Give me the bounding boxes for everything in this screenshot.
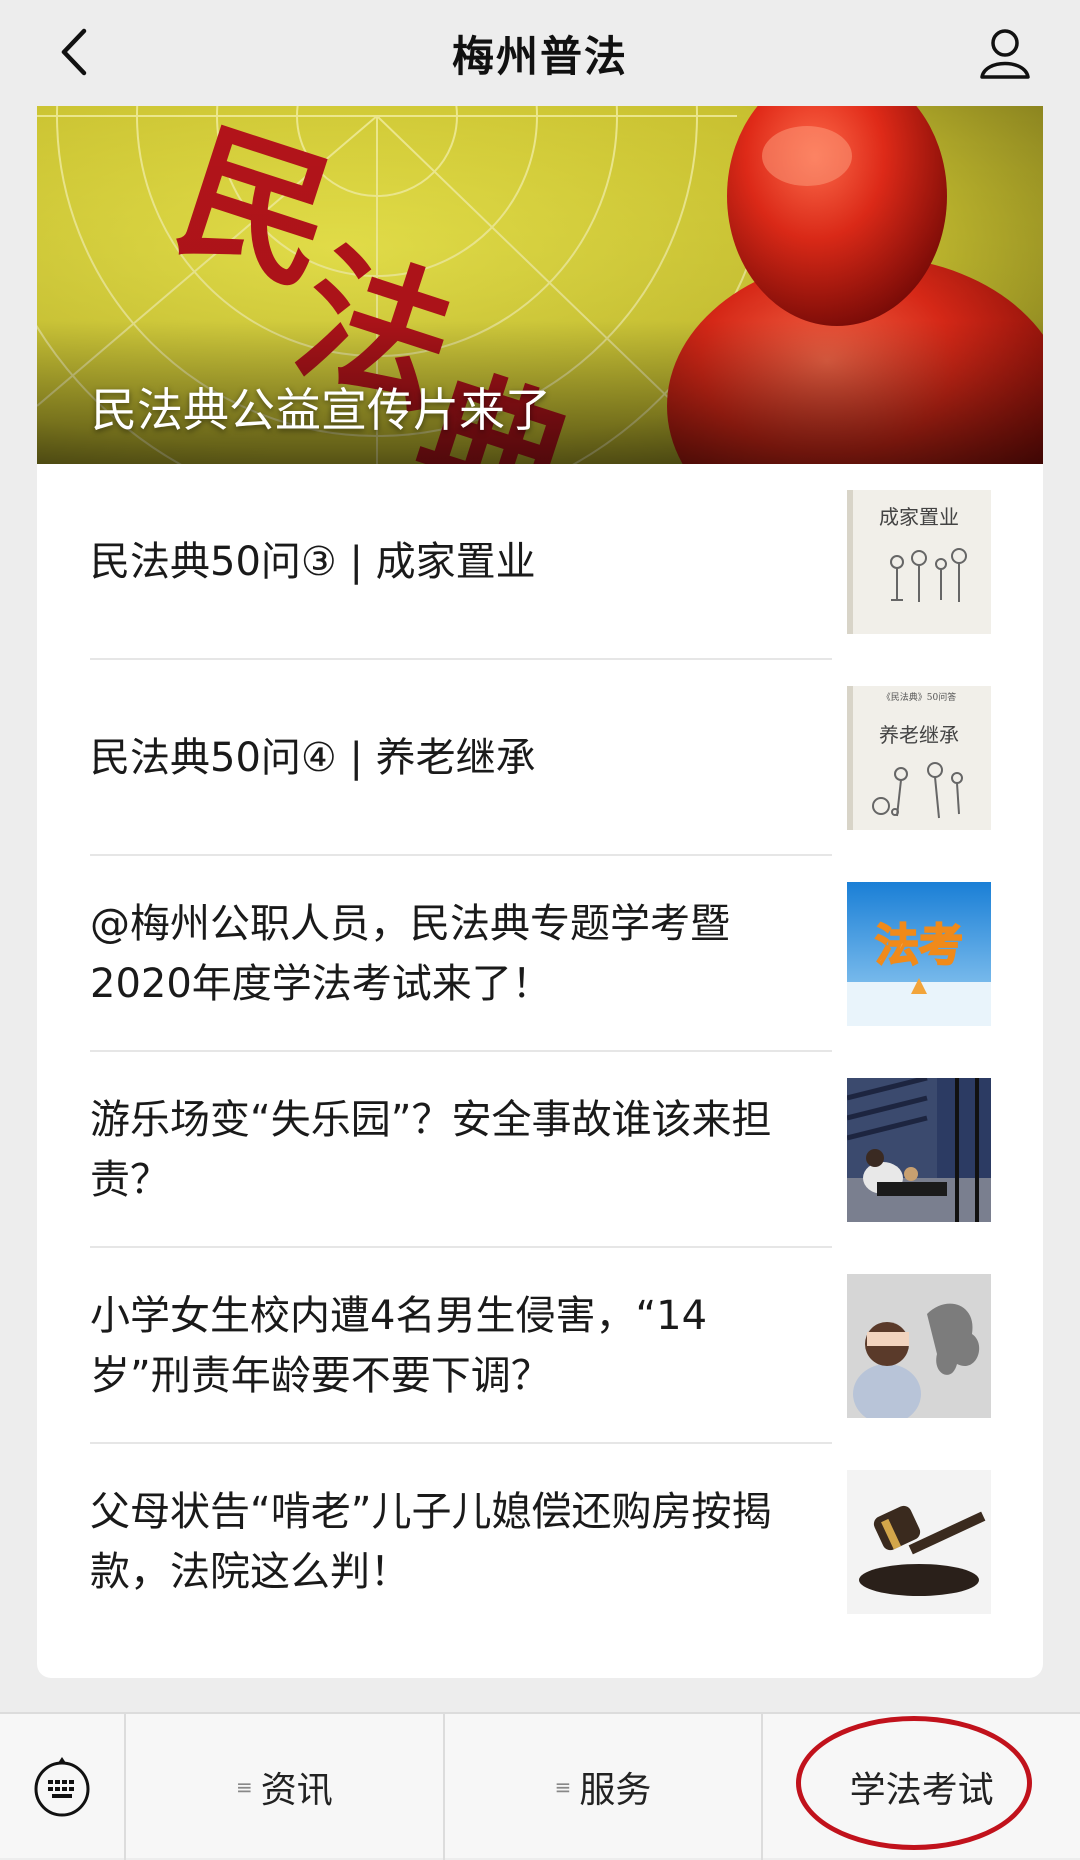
article-thumbnail: 《民法典》50问答 养老继承 [847,686,991,830]
svg-text:养老继承: 养老继承 [879,723,959,747]
svg-text:《民法典》50问答: 《民法典》50问答 [882,691,956,703]
article-title: 民法典50问④ | 养老继承 [90,735,536,781]
svg-text:法考: 法考 [875,920,963,971]
banner-title: 民法典公益宣传片来了 [91,383,551,437]
menu-item-label: 学法考试 [849,1770,994,1811]
article-title: 游乐场变“失乐园”？安全事故谁该来担责？ [90,1097,772,1203]
article-item[interactable]: @梅州公职人员，民法典专题学考暨2020年度学法考试来了！ 法考 [37,856,1043,1052]
user-icon [980,29,1030,79]
article-item[interactable]: 父母状告“啃老”儿子儿媳偿还购房按揭款，法院这么判！ [37,1444,1043,1640]
article-thumbnail: 法考 [847,882,991,1026]
article-thumbnail [847,1274,991,1418]
menu-item-news[interactable]: ≡ 资讯 [126,1714,445,1860]
article-item[interactable]: 小学女生校内遭4名男生侵害，“14岁”刑责年龄要不要下调？ [37,1248,1043,1444]
menu-item-services[interactable]: ≡ 服务 [445,1714,764,1860]
article-card: 民 法 典 民法典公益宣传片来了 民法典50问③ | 成家置业 成家置业 [37,106,1043,1678]
featured-article-banner[interactable]: 民 法 典 民法典公益宣传片来了 [37,106,1043,464]
keyboard-toggle-button[interactable] [0,1714,126,1860]
article-title: 父母状告“啃老”儿子儿媳偿还购房按揭款，法院这么判！ [90,1489,772,1595]
article-list: 民法典50问③ | 成家置业 成家置业 民法典50问④ | 养老继承 《民法典》… [37,464,1043,1640]
profile-button[interactable] [970,18,1040,88]
svg-text:成家置业: 成家置业 [879,505,959,529]
chevron-left-icon [61,28,87,76]
article-thumbnail [847,1470,991,1614]
page-title: 梅州普法 [451,31,628,81]
menu-item-label: 服务 [579,1770,652,1811]
article-title: 小学女生校内遭4名男生侵害，“14岁”刑责年龄要不要下调？ [90,1293,708,1399]
keyboard-icon [34,1757,90,1817]
article-title: @梅州公职人员，民法典专题学考暨2020年度学法考试来了！ [90,901,730,1007]
article-thumbnail: 成家置业 [847,490,991,634]
submenu-lines-icon: ≡ [554,1775,572,1799]
top-nav-bar: 梅州普法 [0,0,1080,106]
article-item[interactable]: 民法典50问③ | 成家置业 成家置业 [37,464,1043,660]
article-item[interactable]: 游乐场变“失乐园”？安全事故谁该来担责？ [37,1052,1043,1248]
back-button[interactable] [44,22,104,82]
menu-item-law-exam[interactable]: 学法考试 [763,1714,1080,1860]
article-title: 民法典50问③ | 成家置业 [90,539,536,585]
menu-item-label: 资讯 [260,1770,333,1811]
article-item[interactable]: 民法典50问④ | 养老继承 《民法典》50问答 养老继承 [37,660,1043,856]
article-thumbnail [847,1078,991,1222]
submenu-lines-icon: ≡ [235,1775,253,1799]
bottom-menu-bar: ≡ 资讯 ≡ 服务 学法考试 [0,1712,1080,1860]
